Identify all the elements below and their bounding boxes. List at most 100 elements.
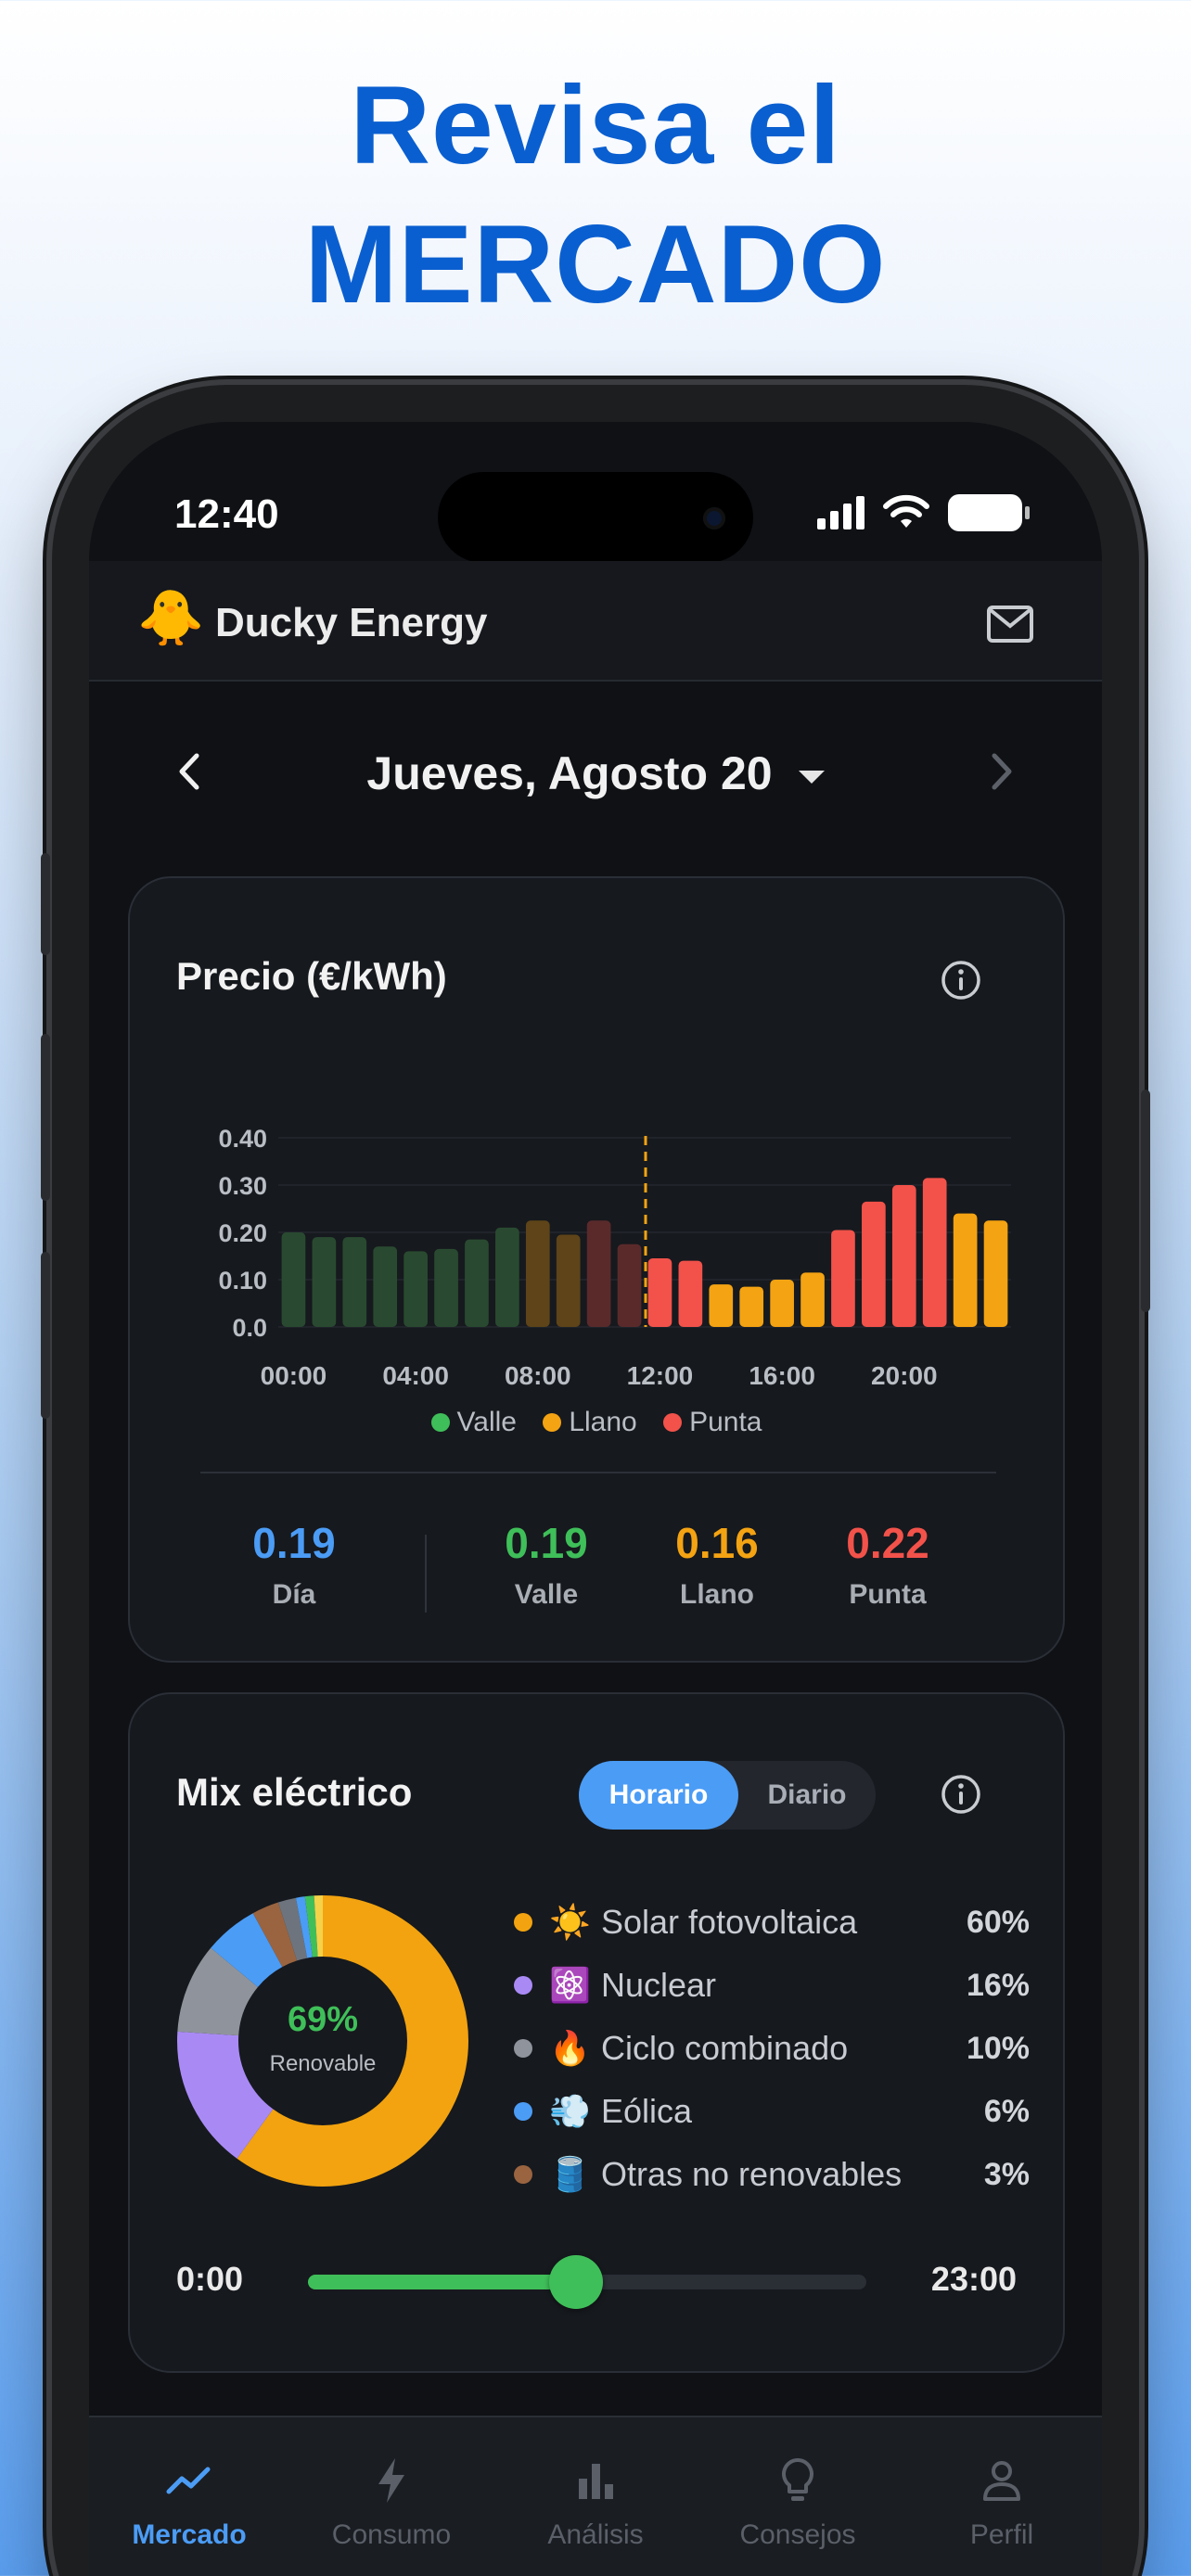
legend-item-valle: Valle [430,1407,517,1438]
tab-consumo[interactable]: Consumo [308,2455,475,2551]
mix-pct-eolica: 6% [983,2093,1030,2129]
lightbulb-icon [782,2458,813,2501]
mix-name-eolica: Eólica [601,2092,693,2130]
mix-pct-solar: 60% [966,1904,1030,1940]
person-icon [983,2461,1020,2501]
mail-icon[interactable] [987,606,1033,643]
volume-down-button [41,1252,50,1419]
phone-frame: 12:40 🐥 Ducky Energy Jueves, Agosto 20 P… [41,385,1150,2576]
stat-valle-value: 0.19 [505,1519,588,1567]
legend-label-punta: Punta [689,1407,762,1437]
divider [200,1472,996,1473]
x-tick-label: 12:00 [627,1361,694,1390]
stat-punta-label: Punta [849,1579,927,1610]
hour-slider-track[interactable] [308,2255,866,2309]
mix-pct-nuclear: 16% [966,1967,1030,2003]
price-bar [281,1232,306,1327]
mix-legend: ☀️ Solar fotovoltaica 60% ⚛️ Nuclear 16%… [514,1891,1030,2206]
mix-pct-ciclo: 10% [966,2030,1030,2066]
atom-icon: ⚛️ [549,1966,591,2004]
price-bar [709,1284,734,1327]
status-icons [817,494,1030,531]
hour-slider-fill [308,2275,576,2289]
duck-logo-icon: 🐥 [137,588,205,648]
sun-icon: ☀️ [549,1903,591,1941]
stat-dia: 0.19 Día [215,1518,373,1611]
tab-consejos[interactable]: Consejos [714,2455,881,2551]
app-title: Ducky Energy [215,600,488,645]
signal-icon [817,496,864,529]
stat-llano-value: 0.16 [675,1519,759,1567]
legend-dot-llano [543,1413,562,1432]
x-tick-label: 20:00 [871,1361,938,1390]
date-selector[interactable]: Jueves, Agosto 20 [89,746,1102,800]
x-tick-label: 08:00 [505,1361,571,1390]
chevron-right-icon[interactable] [983,748,1020,795]
donut-segments [177,1895,468,2187]
bolt-icon [378,2458,404,2503]
headline-line-1: Revisa el [350,63,841,187]
legend-dot-punta [663,1413,683,1432]
slider-end-label: 23:00 [930,2260,1017,2298]
price-bar [739,1286,764,1327]
battery-icon [948,494,1030,531]
mix-pct-otras: 3% [983,2156,1030,2192]
mix-name-otras: Otras no renovables [601,2155,903,2193]
toggle-horario[interactable]: Horario [579,1761,738,1830]
y-tick-label: 0.0 [232,1314,267,1342]
y-tick-label: 0.40 [218,1125,267,1153]
x-tick-label: 00:00 [261,1361,327,1390]
mix-name-ciclo: Ciclo combinado [601,2029,849,2067]
tab-perfil[interactable]: Perfil [918,2455,1085,2551]
mix-item-nuclear: ⚛️ Nuclear 16% [514,1954,1030,2017]
tab-mercado[interactable]: Mercado [106,2455,273,2551]
mix-period-toggle: Horario Diario [579,1761,876,1830]
legend-dot-valle [430,1413,450,1432]
mix-name-nuclear: Nuclear [601,1966,717,2004]
tab-label-consumo: Consumo [331,2519,452,2550]
price-bar [434,1248,458,1327]
renewable-label: Renovable [269,2051,377,2076]
x-tick-label: 04:00 [382,1361,449,1390]
mix-bullet-otras [514,2165,532,2184]
stat-punta: 0.22 Punta [809,1518,967,1611]
info-icon[interactable] [941,1774,981,1815]
legend-label-valle: Valle [456,1407,517,1437]
fire-icon: 🔥 [549,2029,591,2067]
tab-label-perfil: Perfil [969,2519,1034,2550]
wind-icon: 💨 [549,2092,591,2130]
price-bar [862,1201,886,1327]
stat-llano: 0.16 Llano [638,1518,796,1611]
camera-icon [703,507,725,529]
stats-separator [425,1535,427,1613]
price-bar [922,1178,947,1327]
y-tick-label: 0.20 [218,1219,267,1247]
legend-label-llano: Llano [569,1407,637,1437]
price-bar [831,1230,855,1327]
trend-icon [166,2467,211,2494]
legend-item-punta: Punta [663,1407,762,1438]
mix-item-ciclo: 🔥 Ciclo combinado 10% [514,2017,1030,2080]
bottom-tab-bar: Mercado Consumo Análisis Consejos Perfil [89,2416,1102,2576]
price-bar [342,1237,367,1327]
tab-analisis[interactable]: Análisis [512,2455,679,2551]
mix-donut-chart [177,1895,468,2187]
wifi-icon [883,494,929,528]
hour-slider-thumb[interactable] [548,2255,603,2309]
mix-item-solar: ☀️ Solar fotovoltaica 60% [514,1891,1030,1954]
mix-bullet-eolica [514,2102,532,2121]
price-bar [678,1260,703,1327]
tab-label-analisis: Análisis [547,2519,644,2550]
date-title: Jueves, Agosto 20 [366,747,773,799]
toggle-diario[interactable]: Diario [738,1761,876,1830]
mix-card: Mix eléctrico Horario Diario 69% Renovab… [128,1692,1065,2373]
headline-line-2: MERCADO [304,202,887,326]
price-bar [373,1246,398,1327]
price-stats: 0.19 Día 0.19 Valle 0.16 Llano 0.22 Punt… [130,1518,1063,1629]
mix-bullet-solar [514,1913,532,1932]
stat-dia-value: 0.19 [252,1519,336,1567]
price-bar [800,1272,825,1327]
caret-down-icon [798,770,825,784]
screen: 12:40 🐥 Ducky Energy Jueves, Agosto 20 P… [89,422,1102,2576]
chart-legend: Valle Llano Punta [130,1407,1063,1439]
